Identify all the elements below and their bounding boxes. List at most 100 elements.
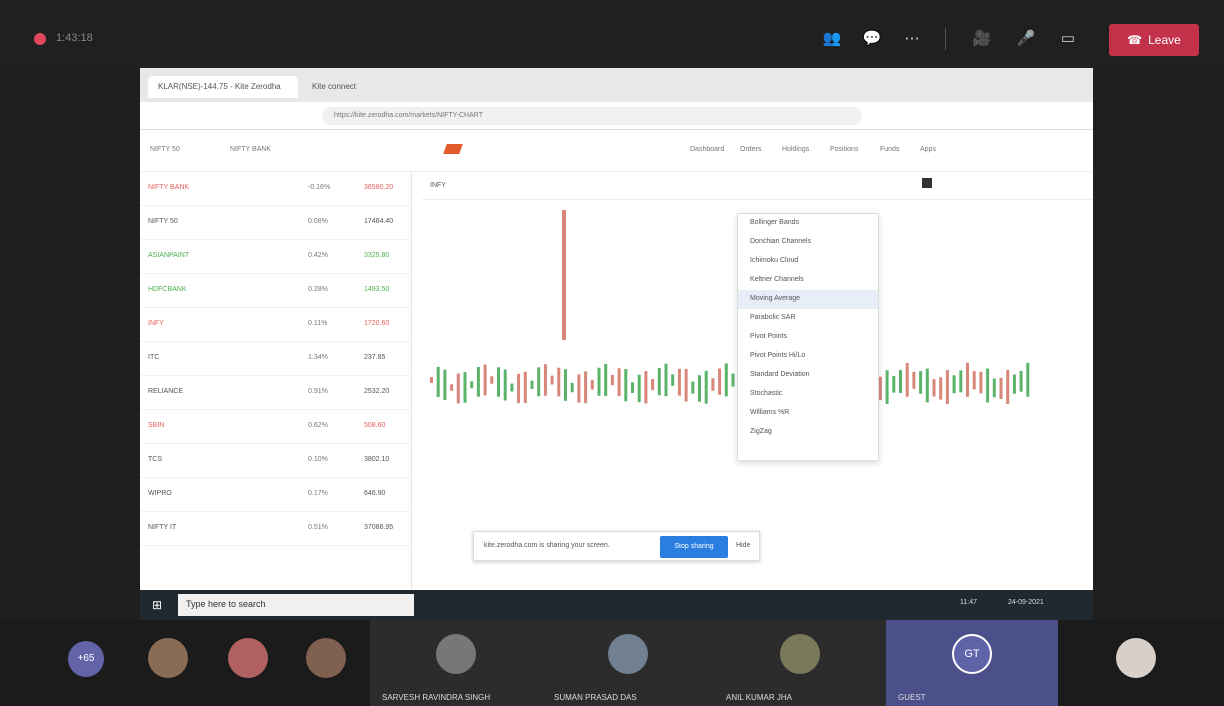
indicator-menu: Bollinger Bands Donchian Channels Ichimoku… (737, 213, 879, 461)
nav-positions[interactable]: Positions (830, 146, 858, 153)
candlestick-chart (430, 210, 1030, 404)
watchlist-row[interactable]: INFY 0.11% 1720.60 (140, 308, 412, 342)
kite-logo (443, 144, 463, 154)
menu-item[interactable]: Ichimoku Cloud (738, 252, 878, 271)
tab-kite[interactable]: KLAR(NSE)-144.75 - Kite Zerodha (148, 76, 298, 98)
candle (1012, 374, 1016, 394)
nav-orders[interactable]: Orders (740, 146, 761, 153)
camera-icon[interactable]: 🎥 (968, 26, 996, 52)
menu-item[interactable]: Pivot Points (738, 328, 878, 347)
candle (657, 368, 661, 396)
watchlist: NIFTY BANK -0.16% 36580.20 NIFTY 50 0.08% 174… (140, 172, 412, 590)
tab-kite-connect[interactable]: Kite connect (302, 76, 422, 98)
leave-label: Leave (1148, 33, 1181, 47)
candle (637, 374, 641, 403)
watchlist-symbol: SBIN (148, 422, 165, 429)
watchlist-row[interactable]: NIFTY 50 0.08% 17484.40 (140, 206, 412, 240)
mic-icon[interactable]: 🎤 (1012, 26, 1040, 52)
candle (523, 371, 527, 404)
candle (443, 369, 447, 401)
menu-item[interactable]: Standard Deviation (738, 366, 878, 385)
candle (617, 368, 621, 397)
people-icon[interactable]: 👥 (818, 26, 846, 52)
avatar (228, 638, 268, 678)
candle (1026, 362, 1030, 397)
participant-name: ANIL KUMAR JHA (726, 693, 792, 702)
url-input[interactable]: https://kite.zerodha.com/markets/NIFTY-C… (322, 107, 862, 125)
participant-tile[interactable]: ANIL KUMAR JHA (714, 620, 886, 706)
participant-tile[interactable]: SUMAN PRASAD DAS (542, 620, 714, 706)
windows-start-icon[interactable]: ⊞ (152, 598, 162, 612)
teams-top-bar: 1:43:18 👥 💬 ⋯ 🎥 🎤 ▭ ☎ Leave (0, 0, 1224, 70)
chat-icon[interactable]: 💬 (858, 26, 886, 52)
menu-item[interactable]: Donchian Channels (738, 233, 878, 252)
menu-item[interactable]: Williams %R (738, 404, 878, 423)
menu-item[interactable]: Parabolic SAR (738, 309, 878, 328)
avatar (780, 634, 820, 674)
candle (530, 380, 534, 389)
menu-item[interactable]: Bollinger Bands (738, 214, 878, 233)
menu-item[interactable]: Moving Average (738, 290, 878, 309)
watchlist-row[interactable]: SBIN 0.62% 508.60 (140, 410, 412, 444)
stop-sharing-button[interactable]: Stop sharing (660, 536, 728, 558)
watchlist-change: 0.08% (308, 218, 328, 225)
watchlist-row[interactable]: TCS 0.10% 3802.10 (140, 444, 412, 478)
chart-symbol[interactable]: INFY (430, 182, 446, 189)
watchlist-change: 0.62% (308, 422, 328, 429)
watchlist-row[interactable]: NIFTY IT 0.51% 37086.95 (140, 512, 412, 546)
overflow-badge[interactable]: +65 (68, 641, 104, 677)
leave-button[interactable]: ☎ Leave (1109, 24, 1199, 56)
candle (503, 369, 507, 401)
chart-area[interactable]: INFY (422, 172, 1093, 560)
candle (564, 369, 567, 401)
fullscreen-icon[interactable] (922, 178, 932, 188)
menu-item[interactable]: Keltner Channels (738, 271, 878, 290)
watchlist-row[interactable]: NIFTY BANK -0.16% 36580.20 (140, 172, 412, 206)
call-timer: 1:43:18 (56, 32, 93, 44)
watchlist-symbol: ITC (148, 354, 160, 361)
candle (731, 373, 735, 387)
watchlist-change: 0.91% (308, 388, 328, 395)
taskbar-date: 24-09-2021 (1008, 599, 1044, 606)
candle (878, 376, 882, 401)
menu-item[interactable]: Stochastic (738, 385, 878, 404)
nav-holdings[interactable]: Holdings (782, 146, 809, 153)
nav-funds[interactable]: Funds (880, 146, 899, 153)
hide-button[interactable]: Hide (736, 542, 750, 549)
candle (463, 372, 467, 403)
watchlist-symbol: RELIANCE (148, 388, 184, 395)
candle (597, 367, 601, 396)
menu-item[interactable]: ZigZag (738, 423, 878, 442)
recording-indicator (34, 33, 46, 45)
watchlist-row[interactable]: WIPRO 0.17% 646.90 (140, 478, 412, 512)
candle (610, 374, 614, 386)
watchlist-ltp: 1493.50 (364, 286, 390, 293)
candle (952, 375, 956, 394)
candle (497, 367, 500, 397)
watchlist-row[interactable]: RELIANCE 0.91% 2532.20 (140, 376, 412, 410)
candle (704, 370, 708, 404)
candle (664, 363, 668, 397)
watchlist-ltp: 3325.80 (364, 252, 390, 259)
candle (550, 375, 554, 385)
watchlist-ltp: 2532.20 (364, 388, 390, 395)
watchlist-change: 0.28% (308, 286, 328, 293)
avatar (436, 634, 476, 674)
taskbar-search[interactable]: Type here to search (178, 594, 414, 616)
share-message: kite.zerodha.com is sharing your screen. (484, 542, 610, 549)
candle (604, 363, 608, 396)
candle (885, 370, 889, 404)
nifty50-label: NIFTY 50 (150, 146, 180, 153)
share-icon[interactable]: ▭ (1054, 26, 1082, 52)
more-icon[interactable]: ⋯ (898, 26, 926, 52)
nav-apps[interactable]: Apps (920, 146, 936, 153)
participant-tile[interactable]: SARVESH RAVINDRA SINGH (370, 620, 542, 706)
candle (979, 371, 983, 394)
watchlist-row[interactable]: ITC 1.34% 237.85 (140, 342, 412, 376)
menu-item[interactable]: Pivot Points Hi/Lo (738, 347, 878, 366)
candle (557, 367, 561, 397)
nav-dashboard[interactable]: Dashboard (690, 146, 724, 153)
watchlist-row[interactable]: HDFCBANK 0.28% 1493.50 (140, 274, 412, 308)
watchlist-row[interactable]: ASIANPAINT 0.42% 3325.80 (140, 240, 412, 274)
participant-tile[interactable]: GT GUEST (886, 620, 1058, 706)
